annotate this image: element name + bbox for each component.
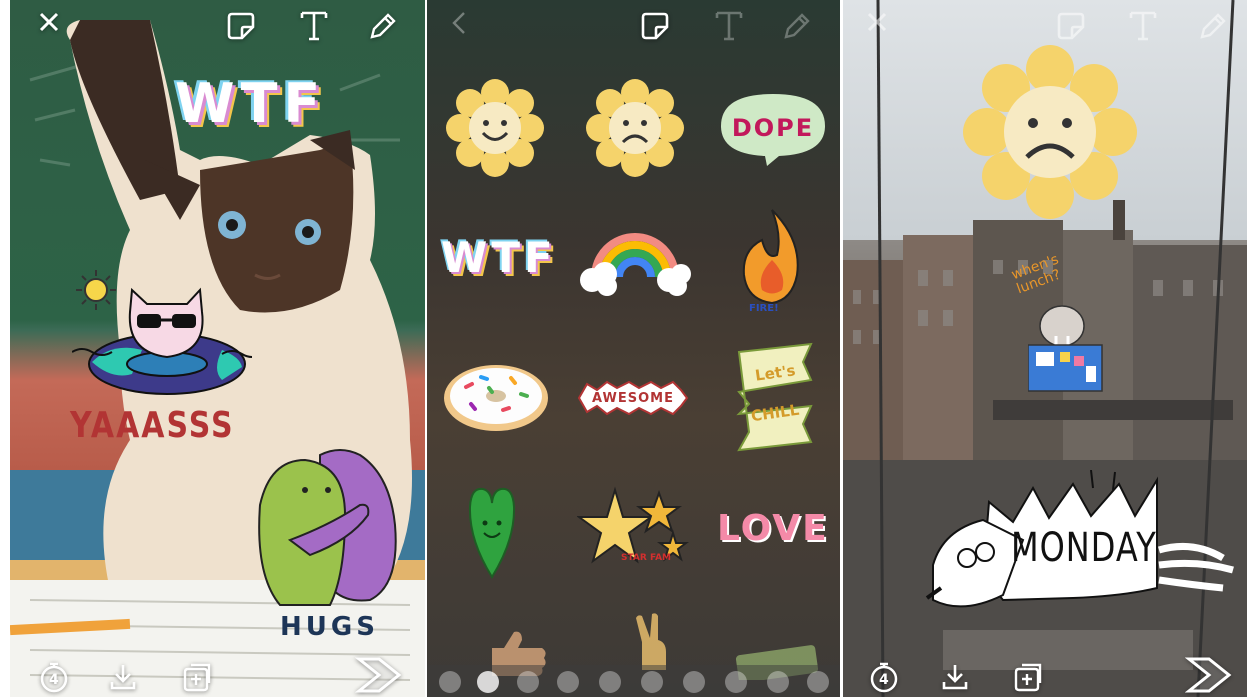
sticker-icon[interactable] xyxy=(225,10,257,42)
category-symbols-icon[interactable] xyxy=(767,671,789,693)
timer-value: 4 xyxy=(49,672,59,688)
sticker-peace-hand[interactable] xyxy=(632,612,672,672)
text-icon[interactable] xyxy=(297,8,331,42)
sticker-monday: MONDAY xyxy=(1011,523,1157,571)
pencil-icon[interactable] xyxy=(779,10,813,44)
sticker-stars[interactable] xyxy=(577,485,697,580)
snap-editor-cat: WTF YAAASSS HUGS 4 xyxy=(10,0,425,697)
download-icon[interactable] xyxy=(938,660,972,694)
category-car-icon[interactable] xyxy=(683,671,705,693)
sticker-sad-sun[interactable] xyxy=(963,45,1138,220)
sticker-rainbow[interactable] xyxy=(577,222,692,297)
category-flags-icon[interactable] xyxy=(807,671,829,693)
timer-icon[interactable]: 4 xyxy=(37,660,71,694)
sticker-awesome[interactable]: AWESOME xyxy=(577,380,689,416)
timer-icon[interactable]: 4 xyxy=(867,660,901,694)
sticker-wtf[interactable]: WTF xyxy=(441,233,557,282)
sticker-fire-label: FIRE! xyxy=(749,303,779,314)
snap-editor-city: when's lunch? MONDAY 4 xyxy=(843,0,1247,697)
sticker-walrus-desk[interactable] xyxy=(1028,300,1103,392)
sticker-green-heart[interactable] xyxy=(467,485,517,580)
category-nature-icon[interactable] xyxy=(641,671,663,693)
pencil-icon[interactable] xyxy=(365,10,399,44)
sticker-wtf[interactable]: WTF xyxy=(175,72,326,135)
pencil-icon[interactable] xyxy=(1195,10,1229,44)
sticker-donut[interactable] xyxy=(441,362,551,434)
category-smiley-icon[interactable] xyxy=(517,671,539,693)
send-arrow-icon[interactable] xyxy=(1185,655,1233,695)
send-arrow-icon[interactable] xyxy=(355,655,403,695)
close-icon[interactable] xyxy=(863,8,891,36)
sticker-dope[interactable]: DOPE xyxy=(717,88,829,168)
sticker-pool-cat[interactable] xyxy=(72,262,252,402)
category-food-icon[interactable] xyxy=(599,671,621,693)
sticker-stars-label: STAR FAM xyxy=(621,553,671,563)
text-icon[interactable] xyxy=(712,8,746,42)
sticker-lets-chill[interactable]: Let's CHILL xyxy=(735,342,815,452)
sticker-awesome-label: AWESOME xyxy=(592,390,674,406)
sticker-love[interactable]: LOVE xyxy=(717,508,829,549)
add-to-story-icon[interactable] xyxy=(180,660,214,694)
sticker-happy-sun[interactable] xyxy=(445,78,545,178)
sticker-fire[interactable] xyxy=(732,205,812,315)
sticker-hugs-bears[interactable] xyxy=(250,445,410,615)
sticker-icon[interactable] xyxy=(639,10,671,42)
close-icon[interactable] xyxy=(35,8,63,36)
sticker-hugs[interactable]: HUGS xyxy=(280,612,379,642)
sticker-picker: DOPE WTF FIRE! AWESOME Let's CHILL STAR … xyxy=(427,0,840,697)
sticker-yaaasss[interactable]: YAAASSS xyxy=(70,405,235,447)
category-star-icon[interactable] xyxy=(477,671,499,693)
timer-value: 4 xyxy=(879,672,889,688)
category-people-icon[interactable] xyxy=(557,671,579,693)
category-recent-icon[interactable] xyxy=(439,671,461,693)
back-icon[interactable] xyxy=(447,8,471,38)
sticker-sad-sun[interactable] xyxy=(585,78,685,178)
text-icon[interactable] xyxy=(1126,8,1160,42)
sticker-dope-label: DOPE xyxy=(731,114,815,142)
download-icon[interactable] xyxy=(106,660,140,694)
sticker-icon[interactable] xyxy=(1055,10,1087,42)
add-to-story-icon[interactable] xyxy=(1011,660,1045,694)
category-objects-icon[interactable] xyxy=(725,671,747,693)
